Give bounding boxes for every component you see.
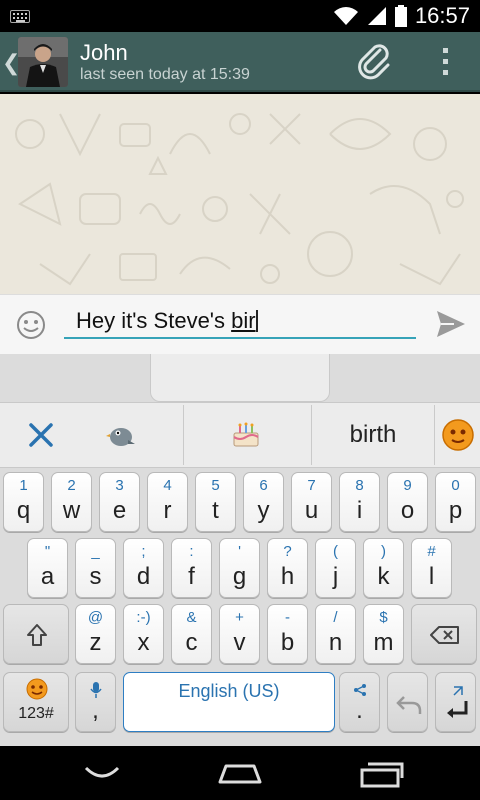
emoji-smiley-icon bbox=[26, 678, 48, 700]
key-m[interactable]: $ m bbox=[363, 604, 404, 664]
key-i[interactable]: 8i bbox=[339, 472, 380, 532]
key-o[interactable]: 9o bbox=[387, 472, 428, 532]
key-f[interactable]: :f bbox=[171, 538, 212, 598]
key-y[interactable]: 6y bbox=[243, 472, 284, 532]
key-p[interactable]: 0p bbox=[435, 472, 476, 532]
wifi-icon bbox=[333, 7, 358, 25]
key-t[interactable]: 5t bbox=[195, 472, 236, 532]
back-icon[interactable] bbox=[72, 754, 132, 792]
key-c[interactable]: & c bbox=[171, 604, 212, 664]
key-r[interactable]: 4r bbox=[147, 472, 188, 532]
comma-key[interactable]: , bbox=[75, 672, 116, 732]
close-suggestions-icon[interactable] bbox=[14, 403, 68, 467]
text-caret bbox=[255, 310, 258, 332]
key-u[interactable]: 7u bbox=[291, 472, 332, 532]
key-b[interactable]: -b bbox=[267, 604, 308, 664]
share-icon bbox=[354, 684, 366, 696]
key-k[interactable]: ) k bbox=[363, 538, 404, 598]
recent-apps-icon[interactable] bbox=[352, 754, 412, 792]
key-x[interactable]: :-) x bbox=[123, 604, 164, 664]
key-l[interactable]: # l bbox=[411, 538, 452, 598]
signal-icon bbox=[367, 7, 386, 25]
status-bar: 16:57 bbox=[0, 0, 480, 32]
shift-icon bbox=[27, 624, 47, 646]
key-j[interactable]: (j bbox=[315, 538, 356, 598]
soft-keyboard: birth 1q 2w 3e 4r 5t 6y 7u 8i 9o 0p " a _… bbox=[0, 354, 480, 746]
key-w[interactable]: 2w bbox=[51, 472, 92, 532]
period-label: . bbox=[356, 697, 363, 724]
chat-message-area[interactable] bbox=[0, 94, 480, 294]
paperclip-icon[interactable] bbox=[352, 40, 396, 84]
key-v[interactable]: + v bbox=[219, 604, 260, 664]
symbols-label: 123# bbox=[18, 705, 54, 722]
key-d[interactable]: ; d bbox=[123, 538, 164, 598]
undo-icon bbox=[396, 696, 422, 714]
space-key[interactable]: English (US) bbox=[123, 672, 335, 732]
overflow-menu-icon[interactable] bbox=[430, 44, 460, 80]
chat-wallpaper-doodles bbox=[15, 113, 464, 286]
contact-name[interactable]: John bbox=[80, 40, 128, 66]
language-label: English (US) bbox=[178, 681, 280, 701]
bird-emoji-icon[interactable] bbox=[90, 403, 152, 467]
key-n[interactable]: / n bbox=[315, 604, 356, 664]
enter-icon bbox=[447, 686, 468, 718]
status-clock: 16:57 bbox=[414, 3, 470, 28]
keyboard-notification-icon bbox=[10, 10, 30, 23]
keyboard-handle-tab[interactable] bbox=[150, 354, 330, 402]
comma-label: , bbox=[92, 697, 99, 724]
key-z[interactable]: @ z bbox=[75, 604, 116, 664]
key-a[interactable]: " a bbox=[27, 538, 68, 598]
battery-icon bbox=[394, 5, 407, 27]
shift-key[interactable] bbox=[3, 604, 69, 664]
enter-key[interactable] bbox=[435, 672, 476, 732]
compose-bar: Hey it's Steve's bir bbox=[0, 294, 480, 354]
committed-text: Hey it's Steve's bbox=[76, 308, 232, 333]
suggestion-birth[interactable]: birth bbox=[312, 403, 434, 467]
symbols-key[interactable]: 123# bbox=[3, 672, 69, 732]
avatar[interactable] bbox=[18, 37, 68, 87]
send-icon[interactable] bbox=[434, 307, 468, 341]
key-e[interactable]: 3e bbox=[99, 472, 140, 532]
chat-action-bar: ❮ John last seen today at 15:39 bbox=[0, 32, 480, 92]
home-icon[interactable] bbox=[210, 754, 270, 792]
last-seen-status[interactable]: last seen today at 15:39 bbox=[80, 66, 250, 84]
emoji-icon[interactable] bbox=[16, 310, 46, 340]
key-h[interactable]: ? h bbox=[267, 538, 308, 598]
backspace-key[interactable] bbox=[411, 604, 477, 664]
orange-emoji-face-icon[interactable] bbox=[437, 403, 479, 467]
suggestion-word: birth bbox=[349, 421, 397, 448]
period-key[interactable]: . bbox=[339, 672, 380, 732]
key-s[interactable]: _ s bbox=[75, 538, 116, 598]
backspace-icon bbox=[430, 626, 459, 644]
key-q[interactable]: 1q bbox=[3, 472, 44, 532]
undo-key[interactable] bbox=[387, 672, 428, 732]
suggestion-strip: birth bbox=[0, 402, 480, 468]
system-navigation-bar bbox=[0, 746, 480, 800]
key-g[interactable]: ' g bbox=[219, 538, 260, 598]
message-input[interactable]: Hey it's Steve's bir bbox=[64, 307, 416, 339]
composing-text: bir bbox=[231, 308, 256, 333]
birthday-cake-emoji-icon[interactable] bbox=[214, 403, 278, 467]
